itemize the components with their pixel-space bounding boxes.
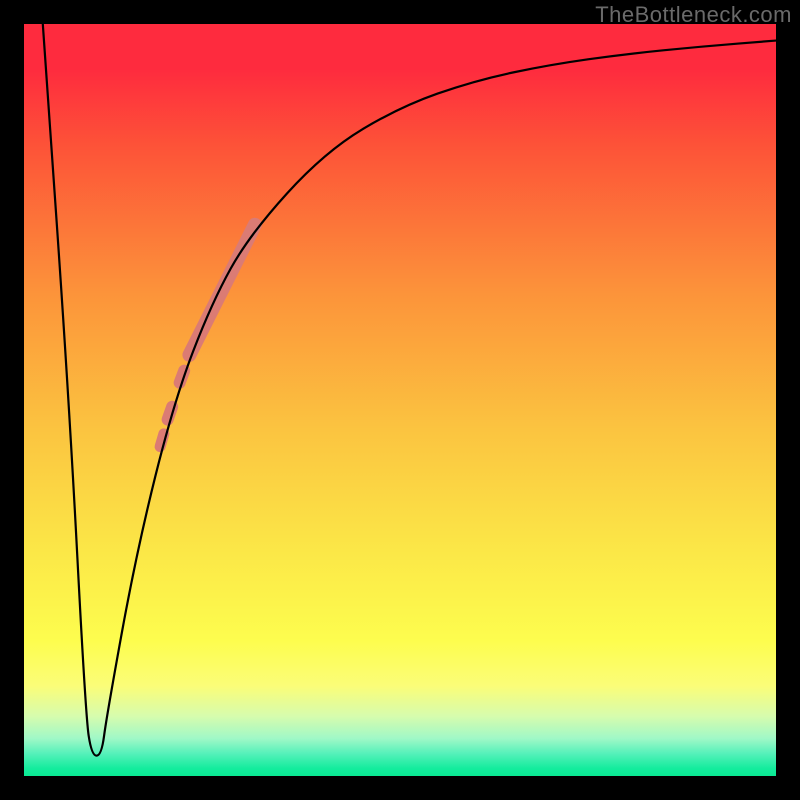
highlight-layer xyxy=(160,225,255,447)
watermark-text: TheBottleneck.com xyxy=(595,2,792,28)
bottleneck-curve xyxy=(43,24,776,756)
plot-area xyxy=(24,24,776,776)
curve-svg xyxy=(24,24,776,776)
chart-frame: TheBottleneck.com xyxy=(0,0,800,800)
